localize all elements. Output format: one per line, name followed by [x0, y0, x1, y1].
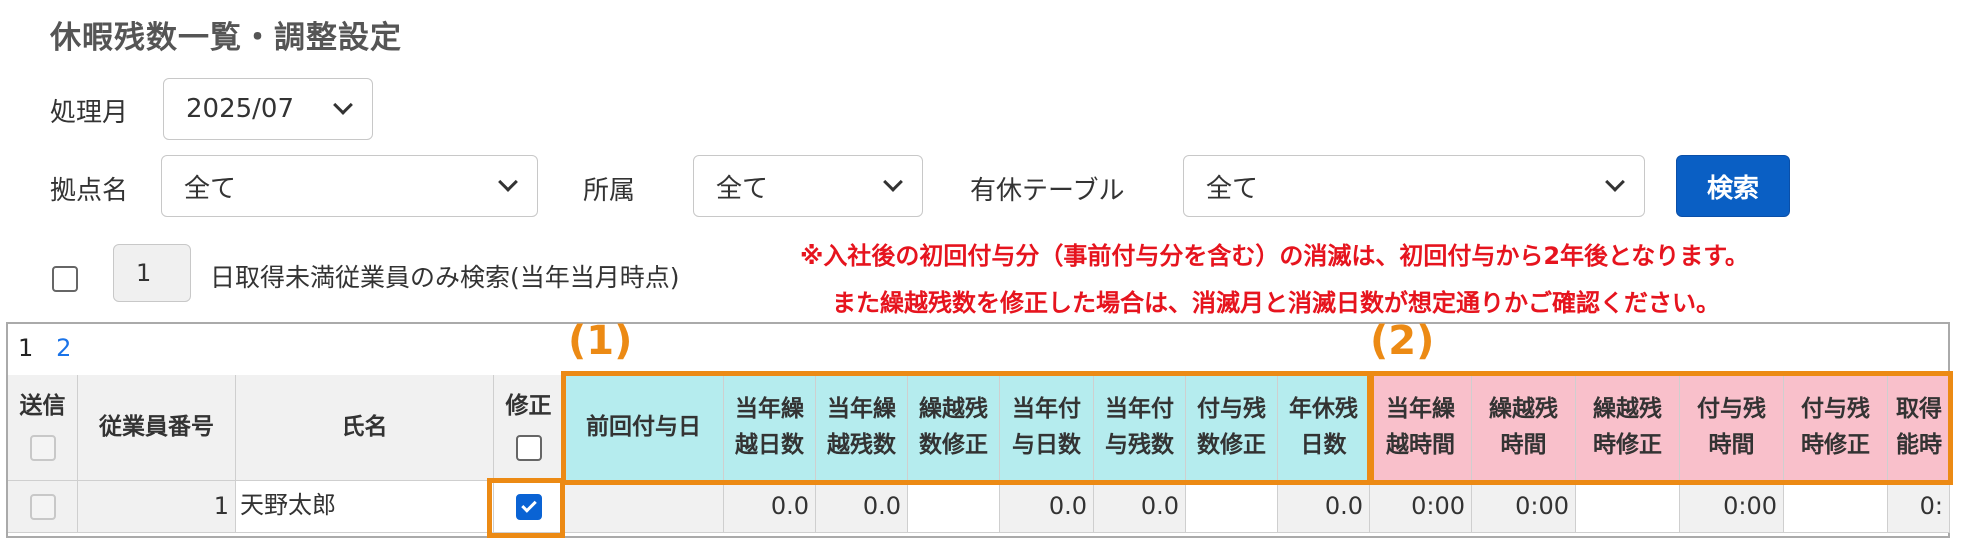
- cell-carry-hours: 0:00: [1370, 481, 1472, 533]
- cell-available-hours: 0:: [1888, 481, 1950, 533]
- header-send-label: 送信: [19, 393, 66, 419]
- cell-grant-remaining: 0.0: [1094, 481, 1186, 533]
- days-filter-checkbox[interactable]: [52, 266, 78, 292]
- dept-label: 所属: [583, 176, 636, 206]
- page-title: 休暇残数一覧・調整設定: [50, 20, 402, 56]
- cell-carry-remaining: 0.0: [816, 481, 908, 533]
- chevron-down-icon: [498, 172, 518, 192]
- dept-select[interactable]: 全て: [693, 155, 923, 217]
- cell-last-grant-date: [564, 481, 724, 533]
- highlight-box-2: [1367, 371, 1953, 485]
- cell-grant-days: 0.0: [1000, 481, 1094, 533]
- cell-carry-rem-hours: 0:00: [1472, 481, 1576, 533]
- notice-line-1: ※入社後の初回付与分（事前付与分を含む）の消滅は、初回付与から2年後となります。: [800, 242, 1749, 270]
- leave-table-select[interactable]: 全て: [1183, 155, 1645, 217]
- header-emp-no: 従業員番号: [78, 375, 236, 481]
- pager: 1 2: [18, 334, 71, 362]
- cell-grant-fix[interactable]: [1186, 481, 1278, 533]
- days-filter-label: 日取得未満従業員のみ検索(当年当月時点): [210, 263, 680, 292]
- leave-table-select-value: 全て: [1206, 173, 1259, 204]
- site-select[interactable]: 全て: [161, 155, 538, 217]
- site-label: 拠点名: [50, 176, 129, 206]
- table-row-send-cell: [8, 481, 78, 533]
- cell-name: 天野太郎: [236, 481, 494, 533]
- site-select-value: 全て: [184, 173, 237, 204]
- annotation-label-1: (1): [568, 318, 633, 364]
- cell-carry-hour-fix[interactable]: [1576, 481, 1680, 533]
- month-select[interactable]: 2025/07: [163, 78, 373, 140]
- leave-table-label: 有休テーブル: [970, 176, 1125, 206]
- month-select-value: 2025/07: [186, 94, 295, 124]
- modify-all-checkbox[interactable]: [515, 434, 542, 461]
- highlight-box-1: [561, 371, 1374, 485]
- days-input[interactable]: 1: [113, 244, 191, 302]
- cell-emp-no: 1: [78, 481, 236, 533]
- page-current: 1: [18, 334, 34, 362]
- cell-carry-days: 0.0: [724, 481, 816, 533]
- cell-grant-rem-hours: 0:00: [1680, 481, 1784, 533]
- cell-annual-remaining: 0.0: [1278, 481, 1370, 533]
- chevron-down-icon: [883, 172, 903, 192]
- dept-select-value: 全て: [716, 173, 769, 204]
- chevron-down-icon: [1605, 172, 1625, 192]
- notice-line-2: また繰越残数を修正した場合は、消滅月と消滅日数が想定通りかご確認ください。: [832, 289, 1720, 317]
- header-modify: 修正: [494, 375, 564, 481]
- cell-carry-fix[interactable]: [908, 481, 1000, 533]
- header-name: 氏名: [236, 375, 494, 481]
- header-send: 送信: [8, 375, 78, 481]
- highlight-box-modify: [487, 478, 565, 538]
- header-modify-label: 修正: [505, 393, 552, 419]
- send-all-checkbox[interactable]: [29, 434, 56, 461]
- month-label: 処理月: [50, 98, 129, 128]
- annotation-label-2: (2): [1370, 318, 1435, 364]
- cell-grant-hour-fix[interactable]: [1784, 481, 1888, 533]
- send-checkbox[interactable]: [29, 493, 56, 520]
- chevron-down-icon: [333, 95, 353, 115]
- search-button[interactable]: 検索: [1676, 155, 1790, 217]
- page-link-2[interactable]: 2: [56, 334, 71, 362]
